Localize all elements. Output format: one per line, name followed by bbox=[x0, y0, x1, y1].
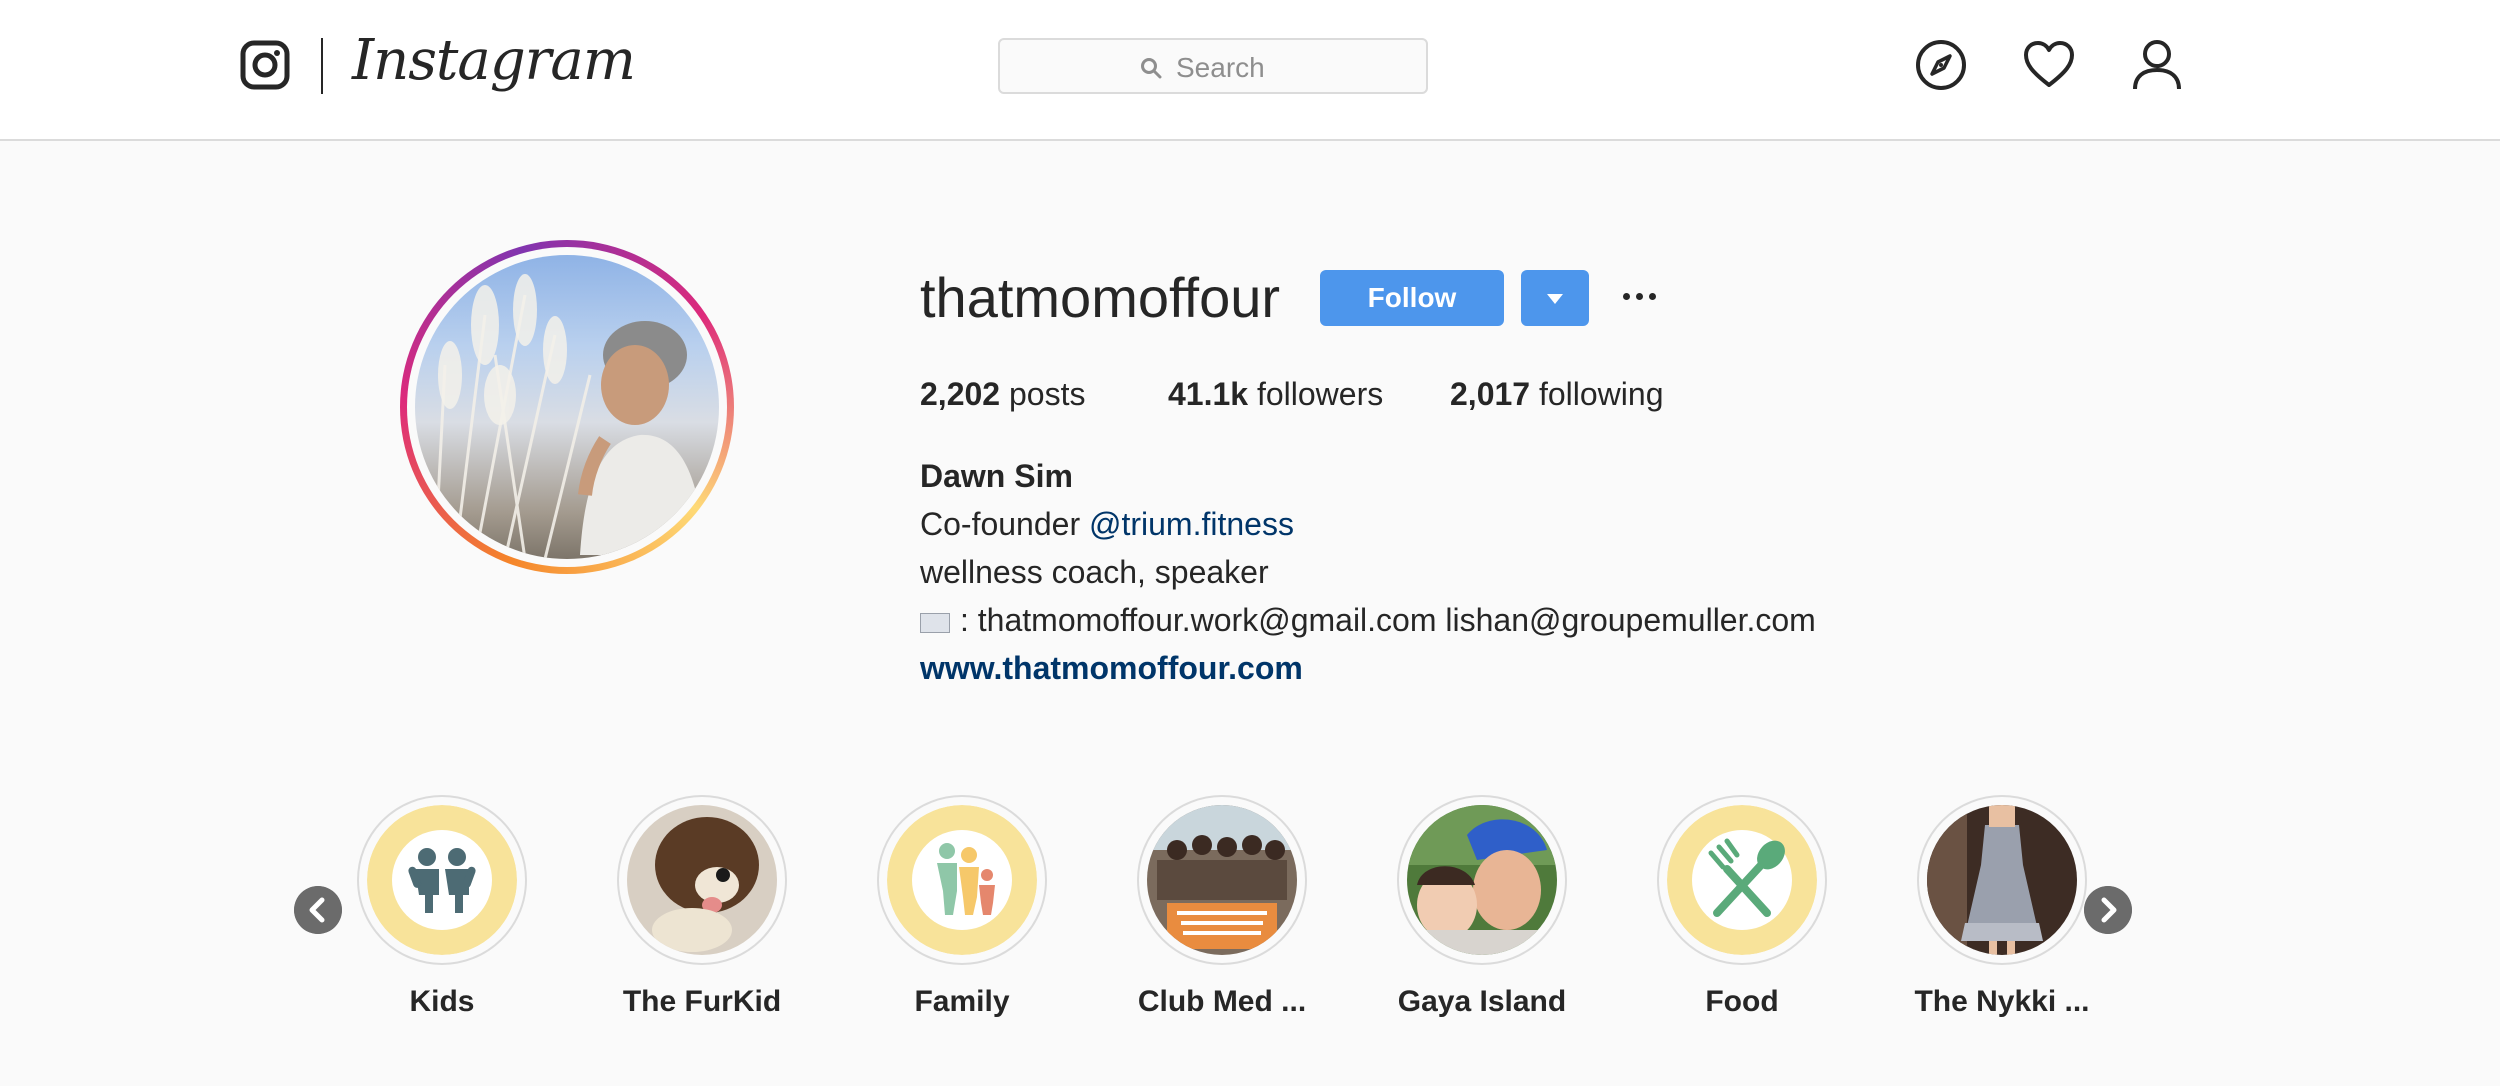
more-options-icon[interactable] bbox=[1620, 276, 1660, 316]
followers-count-value: 41.1k bbox=[1168, 376, 1249, 412]
profile-full-name: Dawn Sim bbox=[920, 458, 1073, 494]
highlight-label: Food bbox=[1705, 985, 1779, 1018]
avatar-inner-border bbox=[407, 247, 727, 567]
bio-line-contact: : thatmomoffour.work@gmail.com lishan@gr… bbox=[920, 602, 1816, 639]
highlight-ring bbox=[1137, 795, 1307, 965]
highlight-label: Club Med ... bbox=[1137, 985, 1307, 1018]
bio-line-cofounder: Co-founder @trium.fitness bbox=[920, 506, 1294, 543]
top-navigation-bar: Instagram Search bbox=[0, 0, 2500, 141]
search-placeholder: Search bbox=[1176, 52, 1265, 83]
kids-icon bbox=[367, 805, 517, 955]
instagram-wordmark[interactable]: Instagram bbox=[352, 28, 636, 93]
utensils-icon bbox=[1667, 805, 1817, 955]
highlight-ring bbox=[617, 795, 787, 965]
posts-count: 2,202 posts bbox=[920, 376, 1085, 413]
avatar-illustration bbox=[433, 274, 705, 559]
bio-contact-text: : thatmomoffour.work@gmail.com lishan@gr… bbox=[960, 602, 1816, 638]
highlights-prev-chevron-icon[interactable] bbox=[294, 886, 342, 934]
bio-mention-link[interactable]: @trium.fitness bbox=[1089, 506, 1294, 542]
bio-line-occupation: wellness coach, speaker bbox=[920, 554, 1269, 590]
highlight-ring bbox=[1657, 795, 1827, 965]
highlight-label: The Nykki ... bbox=[1914, 985, 2090, 1018]
following-count-label: following bbox=[1538, 376, 1664, 412]
profile-username: thatmomoffour bbox=[920, 266, 1281, 329]
highlight-ring bbox=[877, 795, 1047, 965]
follow-button[interactable]: Follow bbox=[1320, 270, 1504, 326]
followers-count-label: followers bbox=[1256, 376, 1384, 412]
profile-icon[interactable] bbox=[2130, 38, 2184, 92]
highlight-ring bbox=[1917, 795, 2087, 965]
following-count-value: 2,017 bbox=[1450, 376, 1531, 412]
search-input[interactable]: Search bbox=[998, 38, 1428, 94]
highlight-label: Gaya Island bbox=[1397, 985, 1567, 1018]
search-icon bbox=[1141, 58, 1162, 79]
compass-icon[interactable] bbox=[1914, 38, 1968, 92]
avatar-photo bbox=[415, 255, 719, 559]
family-icon bbox=[887, 805, 1037, 955]
heart-icon[interactable] bbox=[2022, 38, 2076, 92]
club-med-photo bbox=[1147, 805, 1297, 955]
logo-divider bbox=[321, 38, 323, 94]
highlight-label: Kids bbox=[409, 985, 475, 1018]
profile-website-link[interactable]: www.thatmomoffour.com bbox=[920, 650, 1303, 687]
profile-avatar[interactable] bbox=[400, 240, 734, 574]
suggested-accounts-dropdown-button[interactable] bbox=[1521, 270, 1589, 326]
highlight-ring bbox=[357, 795, 527, 965]
selfie-photo bbox=[1407, 805, 1557, 955]
instagram-camera-icon[interactable] bbox=[240, 38, 290, 92]
bio-cofounder-text: Co-founder bbox=[920, 506, 1081, 542]
highlights-next-chevron-icon[interactable] bbox=[2084, 886, 2132, 934]
highlight-label: The FurKid bbox=[622, 985, 782, 1018]
followers-count-link[interactable]: 41.1k followers bbox=[1168, 376, 1383, 413]
dress-photo bbox=[1927, 805, 2077, 955]
posts-count-value: 2,202 bbox=[920, 376, 1001, 412]
highlight-label: Family bbox=[914, 985, 1010, 1018]
highlight-ring bbox=[1397, 795, 1567, 965]
dog-photo bbox=[627, 805, 777, 955]
following-count-link[interactable]: 2,017 following bbox=[1450, 376, 1663, 413]
posts-count-label: posts bbox=[1008, 376, 1086, 412]
envelope-emoji-icon bbox=[920, 612, 950, 633]
